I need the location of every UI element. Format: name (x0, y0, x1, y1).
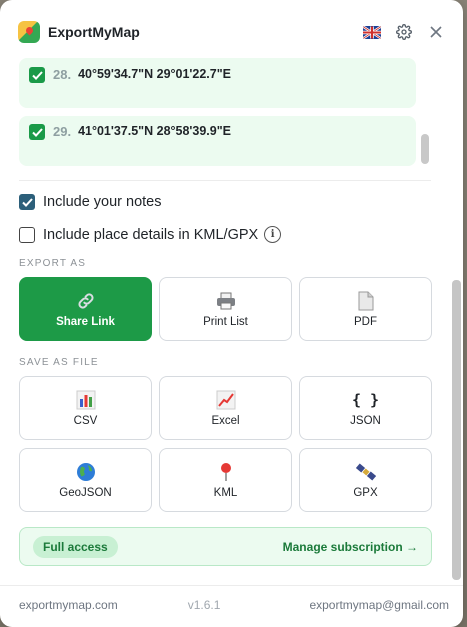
gear-icon[interactable] (395, 23, 413, 41)
share-link-button[interactable]: Share Link (19, 277, 152, 341)
include-notes-option[interactable]: Include your notes (19, 194, 162, 210)
location-coordinates: 40°59'34.7"N 29°01'22.7"E (78, 67, 231, 81)
include-place-details-label: Include place details in KML/GPX (43, 226, 259, 243)
pdf-button[interactable]: PDF (299, 277, 432, 341)
include-place-details-option[interactable]: Include place details in KML/GPX i (19, 226, 282, 243)
access-badge: Full access (33, 535, 118, 558)
footer-email-link[interactable]: exportmymap@gmail.com (309, 598, 449, 612)
location-checkbox[interactable] (29, 67, 45, 83)
extension-popup: ExportMyMap 28. 40°59'34.7"N 29°01'22.7"… (0, 0, 463, 627)
popup-header: ExportMyMap (0, 0, 463, 64)
export-as-heading: EXPORT AS (19, 258, 87, 269)
list-item[interactable]: 29. 41°01'37.5"N 28°58'39.9"E (19, 116, 416, 166)
pin-icon (219, 461, 233, 483)
braces-icon: { } (351, 391, 380, 409)
satellite-icon (355, 461, 376, 483)
kml-button[interactable]: KML (159, 448, 292, 512)
location-number: 28. (53, 67, 72, 82)
location-number: 29. (53, 124, 72, 139)
list-item[interactable]: 28. 40°59'34.7"N 29°01'22.7"E (19, 58, 416, 108)
document-icon (358, 290, 374, 312)
bar-chart-icon (76, 389, 96, 411)
link-icon (76, 290, 96, 312)
excel-label: Excel (211, 415, 240, 427)
gpx-label: GPX (353, 487, 378, 499)
footer-site-link[interactable]: exportmymap.com (19, 598, 118, 612)
geojson-label: GeoJSON (59, 487, 112, 499)
share-link-label: Share Link (56, 316, 115, 328)
csv-label: CSV (73, 415, 98, 427)
version-label: v1.6.1 (187, 598, 221, 612)
divider (19, 180, 431, 181)
json-button[interactable]: { } JSON (299, 376, 432, 440)
kml-label: KML (213, 487, 238, 499)
pdf-label: PDF (354, 316, 377, 328)
footer-divider (0, 585, 463, 586)
popup-scrollbar-thumb[interactable] (452, 280, 461, 580)
app-title: ExportMyMap (48, 24, 140, 40)
subscription-bar: Full access Manage subscription → (19, 527, 432, 566)
gpx-button[interactable]: GPX (299, 448, 432, 512)
include-place-details-checkbox[interactable] (19, 226, 35, 243)
json-label: JSON (350, 415, 381, 427)
list-scrollbar[interactable] (419, 58, 431, 166)
excel-button[interactable]: Excel (159, 376, 292, 440)
csv-button[interactable]: CSV (19, 376, 152, 440)
print-list-label: Print List (203, 316, 248, 328)
close-icon[interactable] (427, 23, 445, 41)
save-as-file-heading: SAVE AS FILE (19, 357, 99, 368)
globe-icon (76, 461, 96, 483)
print-list-button[interactable]: Print List (159, 277, 292, 341)
location-coordinates: 41°01'37.5"N 28°58'39.9"E (78, 124, 231, 138)
footer: exportmymap.com v1.6.1 exportmymap@gmail… (19, 598, 449, 612)
include-notes-checkbox[interactable] (19, 194, 35, 210)
uk-flag-icon[interactable] (363, 25, 381, 39)
location-list[interactable]: 28. 40°59'34.7"N 29°01'22.7"E 29. 41°01'… (19, 58, 432, 166)
header-actions (363, 23, 445, 41)
printer-icon (216, 290, 236, 312)
info-icon[interactable]: i (264, 226, 282, 243)
include-notes-label: Include your notes (43, 194, 162, 210)
line-chart-icon (216, 389, 236, 411)
app-logo-icon (18, 21, 40, 43)
list-scrollbar-thumb[interactable] (421, 134, 429, 164)
manage-subscription-link[interactable]: Manage subscription → (283, 540, 418, 554)
geojson-button[interactable]: GeoJSON (19, 448, 152, 512)
location-checkbox[interactable] (29, 124, 45, 140)
